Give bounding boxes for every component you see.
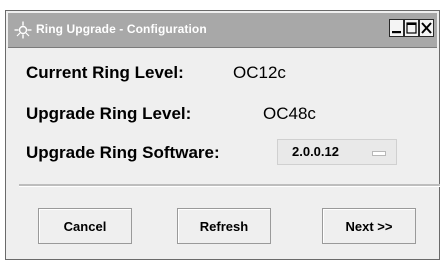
ring-icon [14, 21, 32, 39]
close-button[interactable] [419, 19, 434, 37]
select-indicator-icon [372, 151, 386, 156]
software-version-select[interactable]: 2.0.0.12 [277, 139, 397, 165]
cancel-button[interactable]: Cancel [38, 208, 132, 244]
software-version-value: 2.0.0.12 [292, 144, 339, 159]
close-icon [421, 22, 432, 34]
window-title: Ring Upgrade - Configuration [36, 22, 207, 36]
current-ring-level-label: Current Ring Level: [26, 63, 184, 82]
minimize-button[interactable] [389, 19, 404, 37]
upgrade-ring-software-label: Upgrade Ring Software: [26, 143, 220, 162]
next-button[interactable]: Next >> [322, 208, 416, 244]
configuration-window: Ring Upgrade - Configuration Current Rin… [5, 10, 440, 260]
maximize-button[interactable] [404, 19, 419, 37]
maximize-icon [406, 22, 417, 34]
upgrade-ring-level-value: OC48c [263, 104, 316, 123]
separator [19, 184, 440, 187]
current-ring-level-value: OC12c [233, 63, 286, 82]
title-bar[interactable]: Ring Upgrade - Configuration [8, 13, 437, 48]
minimize-icon [392, 31, 401, 34]
upgrade-ring-level-label: Upgrade Ring Level: [26, 104, 192, 123]
refresh-button[interactable]: Refresh [177, 208, 271, 244]
